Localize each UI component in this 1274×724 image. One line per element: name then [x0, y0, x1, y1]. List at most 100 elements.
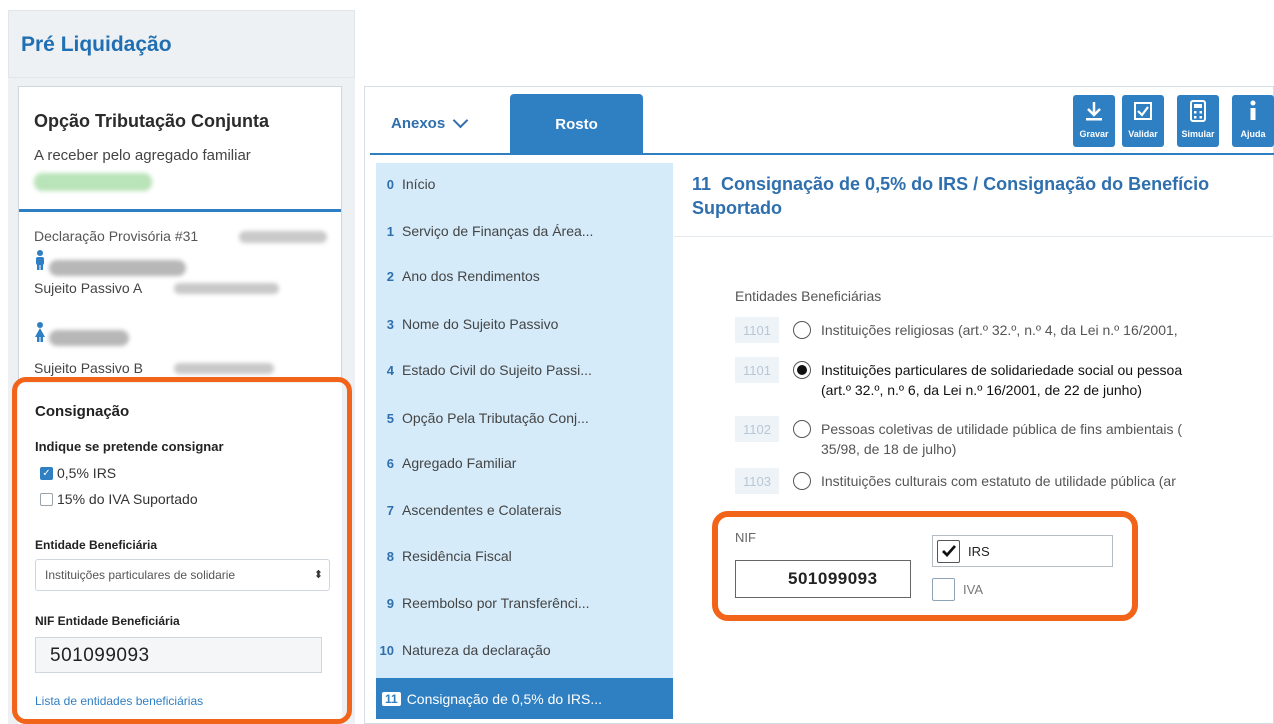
nif-input[interactable]: 501099093 [735, 560, 911, 598]
entidade-option[interactable]: 1101 Instituições particulares de solida… [735, 357, 1182, 400]
option-code: 1101 [735, 317, 779, 343]
tributacao-conjunta-card: Opção Tributação Conjunta A receber pelo… [18, 86, 342, 212]
irs-checkbox[interactable]: ✓ [40, 466, 53, 480]
sp-a-nif-redacted [174, 283, 279, 294]
nav-item-inicio[interactable]: 0 Início [376, 165, 673, 203]
nav-item-servico-financas[interactable]: 1 Serviço de Finanças da Área... [376, 212, 673, 250]
irs-checkbox[interactable] [937, 539, 960, 563]
option-text: Pessoas coletivas de utilidade pública d… [821, 416, 1182, 459]
irs-checkbox-label: 0,5% IRS [57, 465, 117, 481]
ajuda-label: Ajuda [1240, 129, 1266, 139]
nav-item-number: 9 [386, 595, 394, 611]
option-text-line: (art.º 32.º, n.º 6, da Lei n.º 16/2001, … [821, 382, 1142, 398]
nav-item-residencia-fiscal[interactable]: 8 Residência Fiscal [376, 537, 673, 575]
nav-item-label: Estado Civil do Sujeito Passi... [402, 362, 592, 378]
simular-label: Simular [1181, 129, 1215, 139]
page-title: Pré Liquidação [21, 33, 172, 56]
anexos-label: Anexos [391, 115, 446, 132]
declaration-card: Declaração Provisória #31 Sujeito Passiv… [18, 212, 342, 382]
nav-item-opcao-tributacao[interactable]: 5 Opção Pela Tributação Conj... [376, 399, 673, 437]
nav-item-label: Nome do Sujeito Passivo [402, 316, 559, 332]
download-icon [1073, 95, 1115, 127]
sujeito-passivo-a-label: Sujeito Passivo A [34, 280, 143, 296]
nav-item-number: 5 [386, 410, 394, 426]
person-female-icon [35, 322, 45, 342]
validar-button[interactable]: Validar [1122, 95, 1164, 147]
iva-label: IVA [963, 582, 983, 597]
nav-item-number: 7 [386, 502, 394, 518]
iva-checkbox-label: 15% do IVA Suportado [57, 491, 198, 507]
nav-item-ano-rendimentos[interactable]: 2 Ano dos Rendimentos [376, 257, 673, 295]
nav-item-reembolso[interactable]: 9 Reembolso por Transferênci... [376, 584, 673, 622]
gravar-label: Gravar [1079, 129, 1109, 139]
radio-button[interactable] [793, 472, 811, 490]
option-text-line: Pessoas coletivas de utilidade pública d… [821, 421, 1183, 437]
info-icon [1232, 95, 1274, 127]
nav-item-ascendentes[interactable]: 7 Ascendentes e Colaterais [376, 491, 673, 529]
section-number: 11 [692, 174, 712, 194]
irs-label: IRS [968, 543, 990, 559]
option-code: 1101 [735, 357, 779, 383]
nav-item-nome-sujeito[interactable]: 3 Nome do Sujeito Passivo [376, 305, 673, 343]
consignacao-question: Indique se pretende consignar [35, 439, 224, 454]
nif-entidade-input[interactable]: 501099093 [35, 637, 322, 673]
anexos-dropdown[interactable]: Anexos [391, 112, 469, 132]
iva-option[interactable]: IVA [932, 578, 983, 601]
rosto-sidebar: 0 Início 1 Serviço de Finanças da Área..… [376, 163, 673, 719]
entidade-label: Entidade Beneficiária [35, 538, 158, 552]
entidade-select-value: Instituições particulares de solidarie [45, 568, 236, 582]
nav-item-label: Serviço de Finanças da Área... [402, 223, 594, 239]
sujeito-passivo-b-label: Sujeito Passivo B [34, 360, 143, 376]
entidade-option[interactable]: 1103 Instituições culturais com estatuto… [735, 468, 1176, 494]
ajuda-button[interactable]: Ajuda [1232, 95, 1274, 147]
iva-checkbox[interactable] [40, 492, 53, 506]
radio-button[interactable] [793, 420, 811, 438]
iva-checkbox[interactable] [932, 578, 955, 601]
nav-item-label: Início [402, 176, 436, 192]
gravar-button[interactable]: Gravar [1073, 95, 1115, 147]
simular-button[interactable]: Simular [1177, 95, 1219, 147]
sp-b-name-redacted [49, 330, 129, 346]
nif-entidade-label: NIF Entidade Beneficiária [35, 614, 180, 628]
nav-item-number: 11 [382, 691, 401, 706]
nav-item-number: 6 [386, 455, 394, 471]
option-code: 1102 [735, 416, 779, 442]
entidade-option[interactable]: 1101 Instituições religiosas (art.º 32.º… [735, 317, 1178, 343]
nav-item-agregado-familiar[interactable]: 6 Agregado Familiar [376, 444, 673, 482]
nav-item-number: 1 [386, 223, 394, 239]
option-text-line: Instituições particulares de solidarieda… [821, 362, 1183, 378]
entidade-select[interactable]: Instituições particulares de solidarie ⬍ [35, 559, 330, 591]
nav-item-number: 8 [386, 548, 394, 564]
tab-rosto[interactable]: Rosto [510, 94, 643, 154]
iva-checkbox-row[interactable]: 15% do IVA Suportado [40, 491, 198, 507]
nav-item-natureza[interactable]: 10 Natureza da declaração [376, 631, 673, 669]
tabs-underline [370, 153, 1274, 155]
section-divider [674, 236, 1274, 237]
nav-item-label: Residência Fiscal [402, 548, 512, 564]
consignacao-card: Consignação Indique se pretende consigna… [18, 383, 342, 724]
nav-item-estado-civil[interactable]: 4 Estado Civil do Sujeito Passi... [376, 351, 673, 389]
nav-item-consignacao[interactable]: 11 Consignação de 0,5% do IRS... [376, 678, 673, 719]
nav-item-number: 0 [386, 176, 394, 192]
option-text: Instituições religiosas (art.º 32.º, n.º… [821, 317, 1178, 340]
pre-liquidacao-header: Pré Liquidação [8, 10, 355, 78]
option-text-line: 35/98, de 18 de julho) [821, 441, 957, 457]
nav-item-label: Consignação de 0,5% do IRS... [406, 690, 603, 707]
entidade-option[interactable]: 1102 Pessoas coletivas de utilidade públ… [735, 416, 1182, 459]
card-title: Opção Tributação Conjunta [34, 111, 270, 131]
nav-item-number: 4 [386, 362, 394, 378]
irs-option[interactable]: IRS [932, 535, 1113, 567]
chevron-down-icon [452, 112, 469, 129]
nav-item-label: Ano dos Rendimentos [402, 268, 540, 284]
validar-label: Validar [1128, 129, 1158, 139]
lista-entidades-link[interactable]: Lista de entidades beneficiárias [35, 694, 203, 708]
consignacao-title: Consignação [35, 403, 130, 420]
person-icon [36, 250, 44, 270]
radio-button[interactable] [793, 321, 811, 339]
irs-checkbox-row[interactable]: ✓ 0,5% IRS [40, 465, 116, 481]
sp-b-nif-redacted [174, 363, 274, 374]
nav-item-label: Opção Pela Tributação Conj... [402, 410, 589, 426]
radio-button-selected[interactable] [793, 361, 811, 379]
entidades-label: Entidades Beneficiárias [735, 288, 882, 304]
nav-item-label: Reembolso por Transferênci... [402, 595, 590, 611]
